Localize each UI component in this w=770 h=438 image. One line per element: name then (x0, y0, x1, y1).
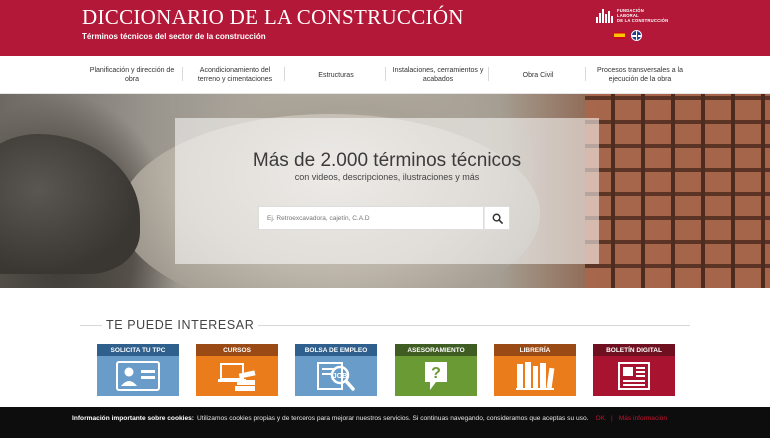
tile-body (494, 356, 576, 396)
tile-body (593, 356, 675, 396)
tile-label: BOLETÍN DIGITAL (593, 344, 675, 356)
nav-divider (585, 67, 586, 81)
section-rule-left (80, 325, 102, 326)
tile-label: LIBRERÍA (494, 344, 576, 356)
nav-divider (182, 67, 183, 81)
question-icon: ? (425, 362, 447, 390)
nav-item-procesos[interactable]: Procesos transversales a la ejecución de… (590, 56, 690, 94)
tile-libreria[interactable]: LIBRERÍA (494, 344, 576, 396)
tile-body (196, 356, 278, 396)
logo-bars-icon (596, 8, 613, 23)
newsletter-icon (618, 362, 650, 390)
tile-cursos[interactable]: CURSOS (196, 344, 278, 396)
hero-search-panel (175, 118, 599, 264)
tile-asesoramiento[interactable]: ASESORAMIENTO ? (395, 344, 477, 396)
main-nav: Planificación y dirección de obra Acondi… (0, 56, 770, 94)
section-title: TE PUEDE INTERESAR (105, 318, 256, 332)
cookie-more-info-link[interactable]: Más información (619, 415, 667, 422)
nav-divider (385, 67, 386, 81)
id-card-icon (116, 361, 160, 391)
bricks-image (585, 94, 770, 288)
tile-label: BOLSA DE EMPLEO (295, 344, 377, 356)
tile-boletin-digital[interactable]: BOLETÍN DIGITAL (593, 344, 675, 396)
search-input[interactable] (258, 206, 484, 230)
nav-divider (488, 67, 489, 81)
nav-item-acondicionamiento[interactable]: Acondicionamiento del terreno y cimentac… (188, 56, 282, 94)
svg-text:JOB: JOB (333, 373, 347, 380)
nav-item-obra-civil[interactable]: Obra Civil (494, 56, 582, 94)
english-flag-icon[interactable] (631, 30, 642, 41)
nav-item-estructuras[interactable]: Estructuras (290, 56, 382, 94)
tile-solicita-tpc[interactable]: SOLICITA TU TPC (97, 344, 179, 396)
cookie-banner: Información importante sobre cookies: Ut… (0, 407, 770, 438)
cookie-ok-button[interactable]: OK (595, 415, 605, 422)
tile-body (97, 356, 179, 396)
cookie-heading: Información importante sobre cookies: (72, 415, 195, 422)
page: DICCIONARIO DE LA CONSTRUCCIÓN Términos … (0, 0, 770, 438)
tile-label: SOLICITA TU TPC (97, 344, 179, 356)
site-subtitle: Términos técnicos del sector de la const… (82, 32, 266, 41)
site-title[interactable]: DICCIONARIO DE LA CONSTRUCCIÓN (82, 5, 464, 30)
tile-bolsa-empleo[interactable]: BOLSA DE EMPLEO JOB (295, 344, 377, 396)
cookie-message: Información importante sobre cookies: Ut… (72, 415, 722, 422)
books-laptop-icon (218, 363, 256, 391)
section-rule-right (258, 325, 690, 326)
nav-item-instalaciones[interactable]: Instalaciones, cerramientos y acabados (390, 56, 486, 94)
logo-line: DE LA CONSTRUCCIÓN (617, 18, 669, 23)
cookie-text: Utilizamos cookies propias y de terceros… (197, 415, 589, 422)
logo-text: FUNDACIÓN LABORAL DE LA CONSTRUCCIÓN (617, 8, 668, 23)
tile-label: ASESORAMIENTO (395, 344, 477, 356)
boot-image (0, 134, 140, 274)
bookshelf-icon (516, 362, 555, 390)
language-switcher (614, 30, 642, 41)
nav-item-planificacion[interactable]: Planificación y dirección de obra (84, 56, 180, 94)
nav-divider (284, 67, 285, 81)
fundacion-laboral-logo[interactable]: FUNDACIÓN LABORAL DE LA CONSTRUCCIÓN (596, 8, 668, 23)
job-search-icon: JOB (317, 362, 355, 391)
tile-label: CURSOS (196, 344, 278, 356)
cookie-separator: | (610, 415, 613, 422)
search-icon (492, 213, 503, 224)
svg-text:?: ? (431, 365, 441, 382)
search-button[interactable] (484, 206, 510, 230)
hero-title: Más de 2.000 términos técnicos (252, 150, 522, 171)
site-header: DICCIONARIO DE LA CONSTRUCCIÓN Términos … (0, 0, 770, 56)
tile-body: ? (395, 356, 477, 396)
spanish-flag-icon[interactable] (614, 32, 625, 39)
tile-body: JOB (295, 356, 377, 396)
hero-subtitle: con videos, descripciones, ilustraciones… (294, 172, 480, 182)
